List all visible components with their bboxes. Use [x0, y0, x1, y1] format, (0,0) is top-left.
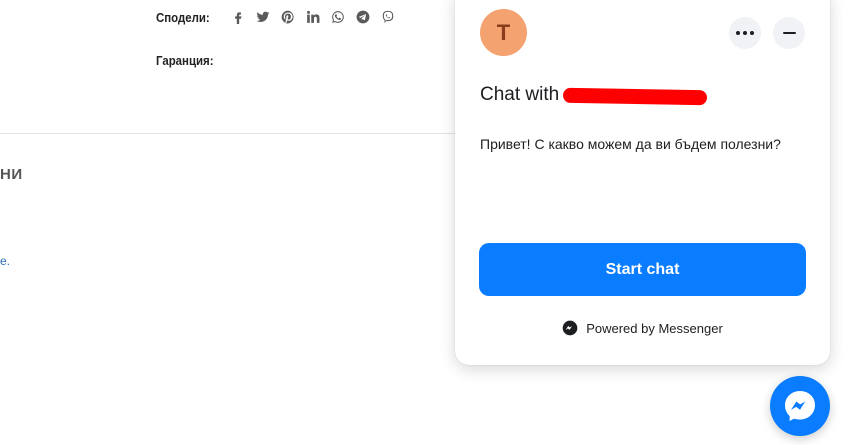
chat-title: Chat with — [480, 84, 708, 106]
share-row: Сподели: — [156, 8, 396, 26]
linkedin-icon[interactable] — [305, 9, 321, 25]
greeting-message: Привет! С какво можем да ви бъдем полезн… — [480, 136, 781, 152]
telegram-icon[interactable] — [355, 9, 371, 25]
more-dots-icon — [736, 31, 754, 35]
pinterest-icon[interactable] — [280, 9, 296, 25]
chat-title-prefix: Chat with — [480, 84, 560, 105]
share-label: Сподели: — [156, 9, 210, 25]
section-heading-cut: НИ — [0, 166, 23, 183]
viber-icon[interactable] — [380, 9, 396, 25]
whatsapp-icon[interactable] — [330, 9, 346, 25]
redacted-name — [563, 87, 708, 106]
messenger-launcher-button[interactable] — [770, 376, 830, 436]
powered-by-text: Powered by Messenger — [586, 320, 723, 336]
minimize-icon — [782, 32, 796, 34]
more-options-button[interactable] — [729, 17, 761, 49]
twitter-icon[interactable] — [255, 9, 271, 25]
chat-panel: T Chat with Привет! С какво можем да ви … — [455, 0, 830, 365]
minimize-button[interactable] — [773, 17, 805, 49]
divider — [0, 133, 470, 134]
messenger-icon — [562, 320, 578, 336]
facebook-icon[interactable] — [230, 9, 246, 25]
powered-by: Powered by Messenger — [455, 320, 830, 336]
avatar: T — [480, 9, 527, 56]
messenger-icon — [785, 391, 815, 421]
warranty-label: Гаранция: — [156, 53, 214, 68]
body-text-cut: е. — [0, 254, 11, 268]
start-chat-button[interactable]: Start chat — [479, 243, 806, 296]
